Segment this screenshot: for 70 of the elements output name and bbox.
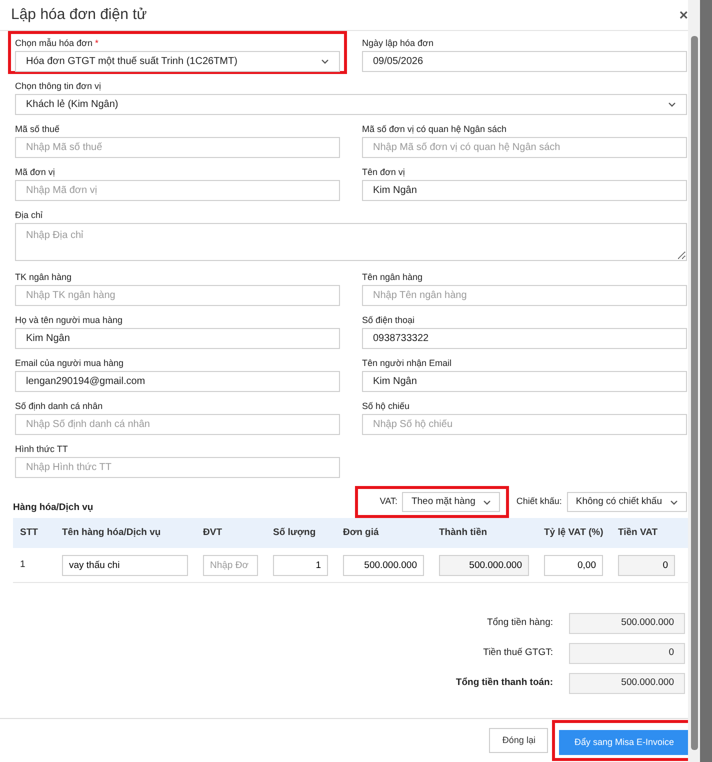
select-field[interactable]: Không có chiết khấu [566,492,687,512]
caret-icon [321,59,329,64]
column-header: ĐVT [203,526,223,540]
field-label: Tên đơn vị [362,167,406,178]
select-label: VAT: [380,495,398,508]
caret-icon [670,500,678,504]
scrollbar[interactable] [688,0,700,762]
select-field[interactable]: Hóa đơn GTGT một thuế suất Trinh (1C26TMT) [15,51,340,72]
field-label: Ngày lập hóa đơn [362,38,434,49]
field-label: Tên người nhận Email [362,358,452,369]
input-field[interactable]: Nhập TK ngân hàng [15,285,340,306]
field-label: Mã số thuế [15,124,61,135]
field-label: TK ngân hàng [15,272,73,283]
select-field[interactable]: Khách lẻ (Kim Ngân) [15,94,687,115]
field-label: Số định danh cá nhân [15,401,104,412]
table-input[interactable]: 0 [618,554,675,576]
section-title: Hàng hóa/Dịch vụ [13,500,94,515]
table-input[interactable]: vay thấu chi [62,554,188,576]
input-field[interactable]: Nhập Số định danh cá nhân [15,414,340,435]
input-field[interactable]: Nhập Tên ngân hàng [362,285,687,306]
column-header: STT [20,526,39,540]
scrollbar-thumb[interactable] [691,36,698,750]
total-value: 500.000.000 [569,613,685,634]
total-label: Tiền thuế GTGT: [483,646,553,660]
total-label: Tổng tiền thanh toán: [456,676,553,690]
input-field[interactable]: 09/05/2026 [362,51,687,72]
field-label: Số hộ chiếu [362,401,411,412]
input-field[interactable]: lengan290194@gmail.com [15,371,340,392]
field-label: Mã đơn vị [15,167,56,178]
input-field[interactable]: Kim Ngân [362,180,687,201]
select-label: Chiết khấu: [516,495,562,508]
input-field[interactable]: Nhập Mã đơn vị [15,180,340,201]
table-input[interactable]: 500.000.000 [439,554,529,576]
table-input[interactable]: 0,00 [544,554,603,576]
field-label: Địa chỉ [15,210,44,221]
table-cell-text: 1 [20,558,26,572]
field-label: Email của người mua hàng [15,358,124,369]
column-header: Tỷ lệ VAT (%) [544,526,604,540]
table-input[interactable]: Nhập Đơ [203,554,258,576]
dialog-title: Lập hóa đơn điện tử [11,4,147,25]
field-label: Tên ngân hàng [362,272,424,283]
total-label: Tổng tiền hàng: [486,616,553,630]
input-field[interactable]: 0938733322 [362,328,687,349]
input-field[interactable]: Kim Ngân [15,328,340,349]
table-input[interactable]: 500.000.000 [343,554,424,576]
input-field[interactable]: Nhập Số hộ chiếu [362,414,687,435]
total-value: 0 [569,643,685,664]
field-label: Họ và tên người mua hàng [15,315,124,326]
caret-icon [483,500,492,504]
column-header: Đơn giá [343,526,380,540]
field-label: Hình thức TT [15,444,69,455]
select-field[interactable]: Theo mặt hàng [402,492,500,512]
column-header: Thành tiền [439,526,488,540]
field-label: Mã số đơn vị có quan hệ Ngân sách [362,124,508,135]
input-field[interactable]: Nhập Hình thức TT [15,457,340,478]
total-value: 500.000.000 [569,673,685,694]
column-header: Tên hàng hóa/Dịch vụ [62,526,162,540]
close-button[interactable]: × [679,8,688,22]
column-header: Số lượng [273,526,317,540]
field-label: Chọn thông tin đơn vị [15,81,102,92]
caret-icon [668,102,676,107]
input-field[interactable]: Nhập Mã số thuế [15,137,340,158]
address-field[interactable]: Nhập Địa chỉ [15,223,687,261]
input-field[interactable]: Kim Ngân [362,371,687,392]
close-button[interactable]: Đóng lại [489,728,548,753]
column-header: Tiền VAT [618,526,659,540]
input-field[interactable]: Nhập Mã số đơn vị có quan hệ Ngân sách [362,137,687,158]
field-label: Chọn mẫu hóa đơn * [15,38,100,49]
table-input[interactable]: 1 [273,554,328,576]
field-label: Số điện thoại [362,315,416,326]
